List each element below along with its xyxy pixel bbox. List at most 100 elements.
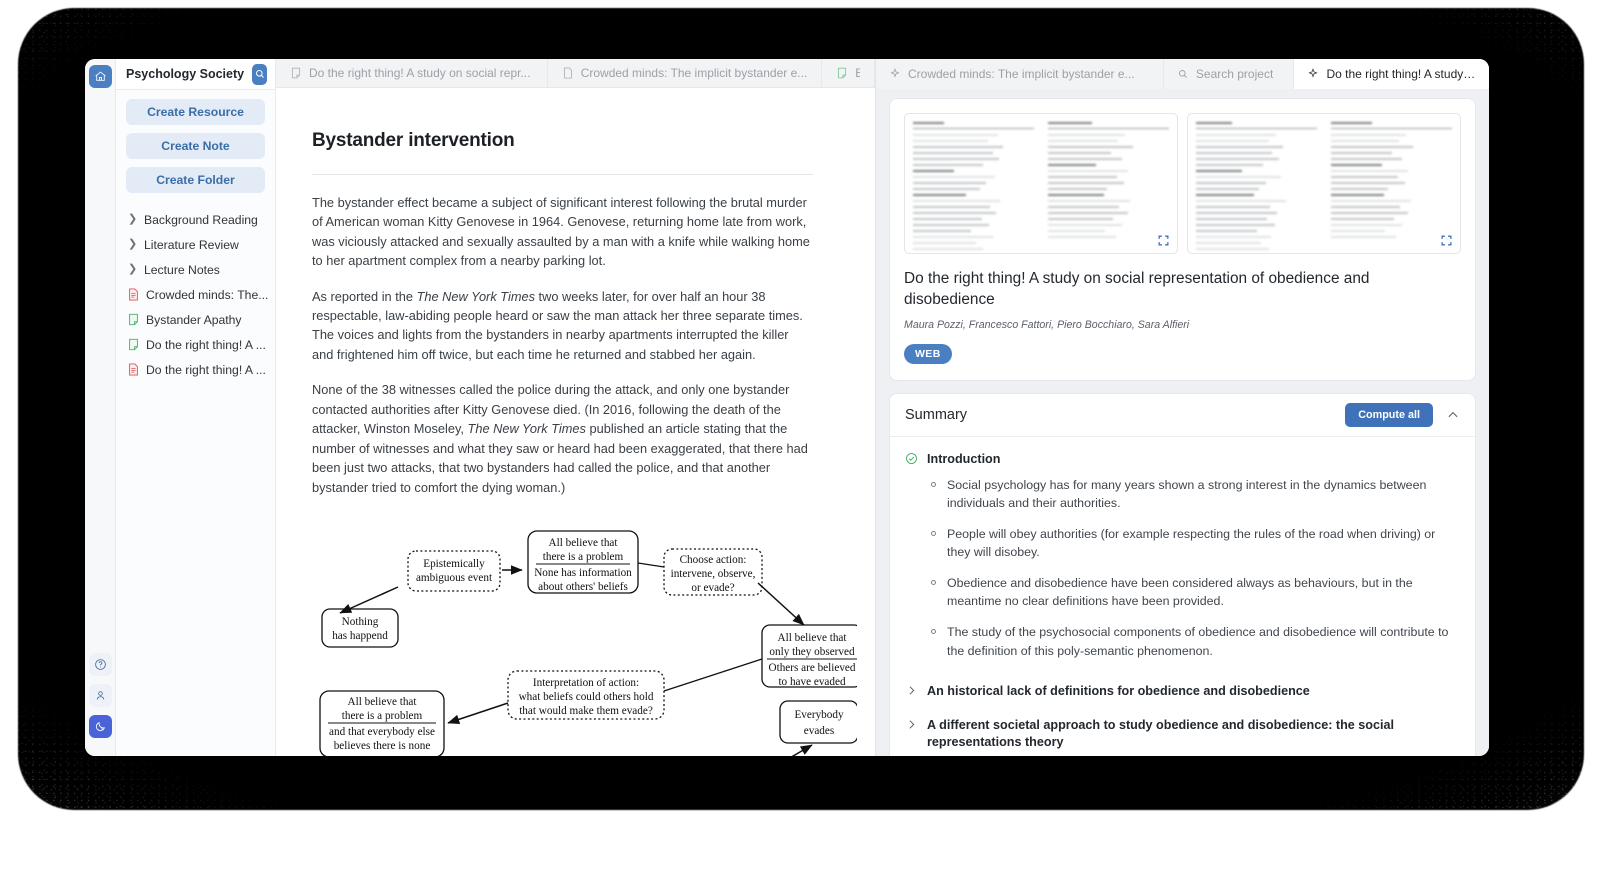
- tree-item-bystander-apathy[interactable]: Bystander Apathy: [116, 307, 275, 332]
- bullet-text: People will obey authorities (for exampl…: [947, 527, 1436, 560]
- chevron-up-icon[interactable]: [1446, 408, 1460, 422]
- tree-item-lecture-notes[interactable]: ❯ Lecture Notes: [116, 257, 275, 282]
- svg-text:that would make them evade?: that would make them evade?: [519, 705, 653, 717]
- introduction-bullets: Social psychology has for many years sho…: [931, 476, 1460, 660]
- svg-text:there is a problem: there is a problem: [342, 710, 423, 722]
- summary-card: Summary Compute all Introduction Social …: [889, 393, 1476, 756]
- section-title: A different societal approach to study o…: [927, 718, 1394, 750]
- section-title: An historical lack of definitions for ob…: [927, 683, 1310, 698]
- document-scroll-area[interactable]: Bystander intervention The bystander eff…: [276, 88, 875, 756]
- tree-item-label: Crowded minds: The...: [146, 287, 269, 302]
- paper-table-thumbnail-2[interactable]: [1187, 113, 1461, 255]
- icon-rail: [85, 59, 116, 756]
- list-item: People will obey authorities (for exampl…: [931, 525, 1460, 561]
- tab-do-the-right-thing-note[interactable]: Do the right thing! A study on social re…: [276, 59, 548, 87]
- expand-icon[interactable]: [1440, 234, 1453, 247]
- chevron-right-icon: ❯: [128, 238, 138, 250]
- svg-text:Epistemically: Epistemically: [423, 558, 485, 570]
- tree-item-do-the-right-thing-pdf[interactable]: Do the right thing! A ...: [116, 357, 275, 382]
- summary-section-societal-approach[interactable]: A different societal approach to study o…: [905, 708, 1460, 756]
- expand-icon[interactable]: [1157, 234, 1170, 247]
- paragraph-text: The bystander effect became a subject of…: [312, 194, 810, 269]
- summary-heading: Summary: [905, 407, 968, 424]
- summary-section-introduction[interactable]: Introduction: [905, 451, 1460, 468]
- svg-text:Choose action:: Choose action:: [680, 554, 747, 566]
- page-title: Bystander intervention: [312, 129, 515, 151]
- document-paragraph-2: As reported in the The New York Times tw…: [312, 287, 813, 365]
- chevron-right-icon: [909, 720, 915, 730]
- create-note-button[interactable]: Create Note: [126, 133, 265, 159]
- tab-crowded-minds-summary[interactable]: Crowded minds: The implicit bystander e.…: [876, 59, 1164, 90]
- tree-item-do-the-right-thing-note[interactable]: Do the right thing! A ...: [116, 332, 275, 357]
- compute-all-button[interactable]: Compute all: [1345, 403, 1433, 428]
- tab-search-project[interactable]: Search project: [1163, 59, 1295, 90]
- create-folder-button[interactable]: Create Folder: [126, 167, 265, 193]
- svg-text:and that everybody else: and that everybody else: [329, 726, 435, 738]
- svg-text:Interpretation of action:: Interpretation of action:: [533, 677, 639, 689]
- document-pane: Do the right thing! A study on social re…: [276, 59, 875, 756]
- tab-label: Do the right thing! A study on: [1326, 67, 1476, 82]
- section-title: Introduction: [927, 452, 1001, 467]
- user-icon[interactable]: [88, 684, 112, 707]
- tree-item-background-reading[interactable]: ❯ Background Reading: [116, 207, 275, 232]
- summary-section-historical-lack[interactable]: An historical lack of definitions for ob…: [905, 674, 1460, 709]
- document-body: Bystander intervention The bystander eff…: [276, 88, 875, 756]
- tree-item-literature-review[interactable]: ❯ Literature Review: [116, 232, 275, 257]
- paper-title: Do the right thing! A study on social re…: [904, 270, 1370, 308]
- tab-crowded-minds[interactable]: Crowded minds: The implicit bystander e.…: [547, 59, 823, 87]
- svg-text:believes there is none: believes there is none: [334, 740, 431, 752]
- police-link[interactable]: police: [518, 382, 551, 397]
- nyt-link[interactable]: The New York Times: [417, 289, 535, 304]
- tree-item-label: Do the right thing! A ...: [146, 362, 266, 377]
- bystander-intervention-flowchart: Epistemically ambiguous event All believe…: [312, 513, 863, 756]
- chevron-right-icon: ❯: [128, 213, 138, 225]
- moon-clock-icon[interactable]: [88, 715, 112, 738]
- svg-text:All believe that: All believe that: [549, 537, 619, 549]
- tree-item-label: Do the right thing! A ...: [146, 337, 266, 352]
- witnesses-link[interactable]: witnesses: [400, 382, 456, 397]
- bullet-dot-icon: [931, 580, 936, 586]
- document-tabbar: Do the right thing! A study on social re…: [276, 59, 875, 88]
- chevron-right-icon: ❯: [128, 263, 138, 275]
- document-paragraph-1: The bystander effect became a subject of…: [312, 193, 813, 271]
- svg-text:intervene, observe,: intervene, observe,: [671, 568, 756, 580]
- title-divider: [312, 173, 813, 175]
- tab-label: Crowded minds: The implicit bystander e.…: [908, 67, 1135, 82]
- tab-do-the-right-thing-summary[interactable]: Do the right thing! A study on: [1294, 59, 1489, 90]
- svg-text:about others' beliefs: about others' beliefs: [538, 581, 628, 593]
- tree-item-label: Bystander Apathy: [146, 312, 242, 327]
- svg-text:or evade?: or evade?: [691, 582, 734, 594]
- home-icon[interactable]: [88, 65, 112, 88]
- tree-item-label: Lecture Notes: [144, 262, 220, 277]
- create-resource-button[interactable]: Create Resource: [126, 99, 265, 125]
- screenshot-root: Psychology Society Create Resource Creat…: [0, 0, 1605, 876]
- paragraph-text: As reported in the: [312, 288, 417, 304]
- paper-card: Do the right thing! A study on social re…: [889, 98, 1476, 382]
- search-icon[interactable]: [252, 63, 267, 85]
- source-badge: WEB: [904, 344, 952, 365]
- project-name: Psychology Society: [126, 67, 245, 81]
- svg-text:what beliefs could others hold: what beliefs could others hold: [519, 691, 654, 703]
- pdf-file-icon: [563, 67, 572, 79]
- detail-tabbar: Crowded minds: The implicit bystander e.…: [876, 59, 1489, 90]
- paper-authors: Maura Pozzi, Francesco Fattori, Piero Bo…: [904, 319, 1190, 332]
- svg-text:Nothing: Nothing: [342, 616, 379, 628]
- summary-sections: Introduction Social psychology has for m…: [890, 437, 1475, 756]
- list-item: Obedience and disobedience have been con…: [931, 574, 1460, 610]
- tree-item-label: Literature Review: [144, 237, 239, 252]
- svg-text:to have evaded: to have evaded: [778, 676, 845, 688]
- note-file-icon: [129, 313, 138, 326]
- tab-label: Crowded minds: The implicit bystander e.…: [580, 65, 808, 80]
- paper-table-thumbnail-1[interactable]: [904, 113, 1178, 255]
- tree-item-crowded-minds[interactable]: Crowded minds: The...: [116, 282, 275, 307]
- check-circle-icon: [906, 453, 917, 464]
- bullet-text: Obedience and disobedience have been con…: [947, 576, 1413, 609]
- list-item: The study of the psychosocial components…: [931, 623, 1460, 659]
- tab-bystander-apathy[interactable]: B: [822, 59, 875, 87]
- list-item: Social psychology has for many years sho…: [931, 476, 1460, 512]
- question-circle-icon[interactable]: [88, 653, 112, 676]
- svg-text:evades: evades: [804, 725, 834, 737]
- chevron-right-icon: [909, 686, 915, 695]
- detail-body: Do the right thing! A study on social re…: [876, 89, 1489, 756]
- sidebar-actions: Create Resource Create Note Create Folde…: [116, 90, 275, 205]
